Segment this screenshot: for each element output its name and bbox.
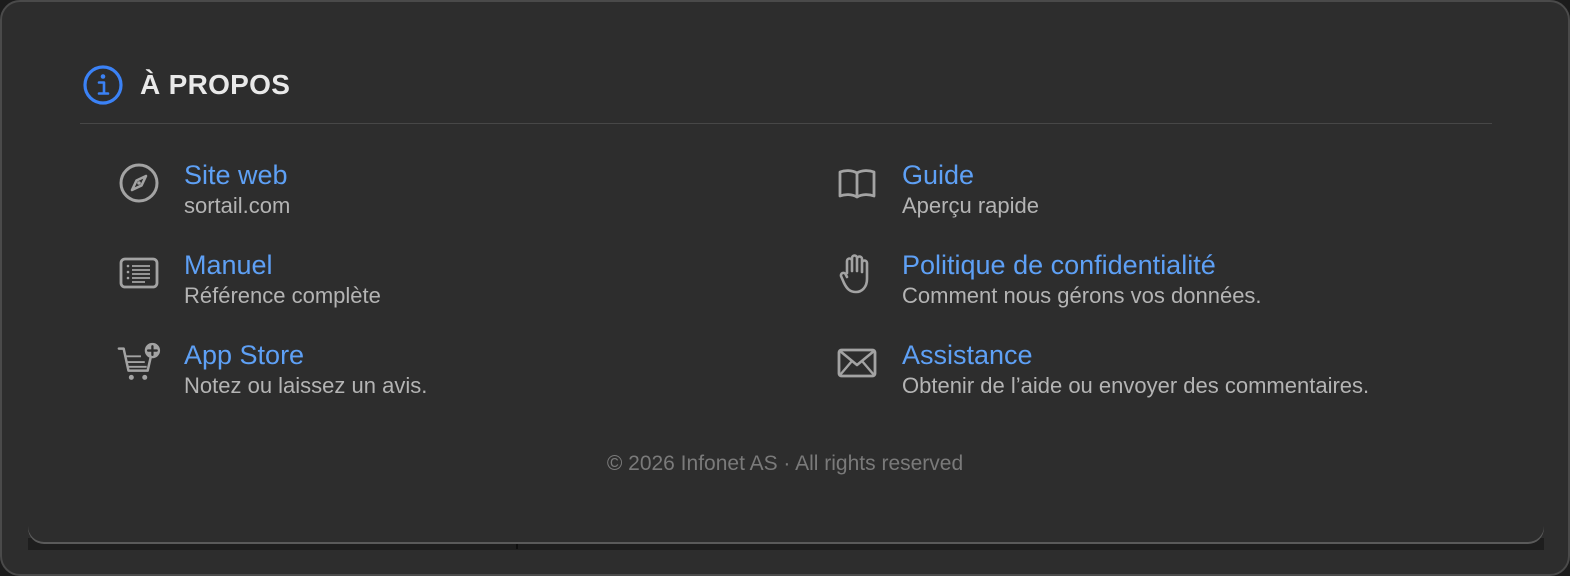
link-item-manual[interactable]: Manuel Référence complète — [116, 248, 834, 338]
app-store-link[interactable]: App Store — [184, 338, 427, 372]
website-link[interactable]: Site web — [184, 158, 290, 192]
privacy-policy-subtitle: Comment nous gérons vos données. — [902, 283, 1262, 308]
guide-subtitle: Aperçu rapide — [902, 193, 1039, 218]
link-item-guide[interactable]: Guide Aperçu rapide — [834, 158, 1496, 248]
links-grid: Site web sortail.com Guide Aperçu rapide — [116, 158, 1496, 428]
copyright-footer: © 2026 Infonet AS · All rights reserved — [606, 452, 964, 475]
website-subtitle: sortail.com — [184, 193, 291, 218]
manual-subtitle: Référence complète — [184, 283, 381, 308]
link-item-website[interactable]: Site web sortail.com — [116, 158, 834, 248]
document-list-icon — [116, 250, 162, 296]
header-divider — [80, 123, 1492, 124]
privacy-policy-link[interactable]: Politique de confidentialité — [902, 248, 1262, 282]
support-link[interactable]: Assistance — [902, 338, 1369, 372]
info-circle-icon — [82, 64, 124, 106]
envelope-icon — [834, 340, 880, 386]
app-store-subtitle: Notez ou laissez un avis. — [184, 373, 428, 398]
support-subtitle: Obtenir de l’aide ou envoyer des comment… — [902, 373, 1370, 398]
about-window: À PROPOS Site web sortail.com Guide Aper… — [0, 0, 1570, 576]
book-icon — [834, 160, 880, 206]
section-title: À PROPOS — [140, 69, 291, 100]
hand-icon — [834, 250, 880, 296]
guide-link[interactable]: Guide — [902, 158, 1039, 192]
link-item-support[interactable]: Assistance Obtenir de l’aide ou envoyer … — [834, 338, 1496, 428]
link-item-privacy[interactable]: Politique de confidentialité Comment nou… — [834, 248, 1496, 338]
cart-plus-icon — [116, 340, 162, 386]
manual-link[interactable]: Manuel — [184, 248, 381, 282]
compass-icon — [116, 160, 162, 206]
section-header: À PROPOS — [82, 64, 290, 106]
link-item-app-store[interactable]: App Store Notez ou laissez un avis. — [116, 338, 834, 428]
